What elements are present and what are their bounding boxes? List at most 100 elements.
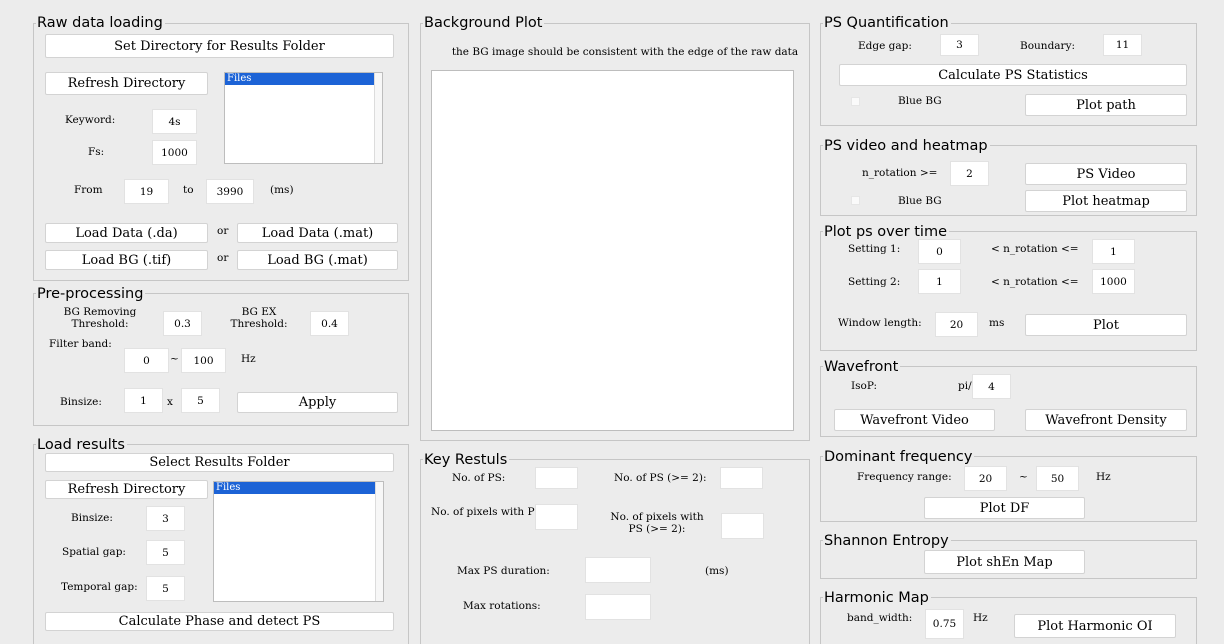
temporal-gap-input[interactable]: 5 — [146, 576, 185, 601]
raw-files-listbox[interactable]: Files — [224, 72, 383, 164]
fs-input[interactable]: 1000 — [152, 140, 197, 165]
plot-shen-map-button[interactable]: Plot shEn Map — [924, 550, 1085, 574]
isop-label: IsoP: — [851, 380, 878, 392]
from-input[interactable]: 19 — [124, 179, 169, 204]
results-files-listbox[interactable]: Files — [213, 481, 384, 602]
dominant-frequency-title: Dominant frequency — [823, 449, 975, 465]
to-label: to — [183, 184, 194, 196]
pi-label: pi/ — [958, 380, 972, 392]
binsize-y-input[interactable]: 5 — [181, 388, 220, 413]
window-length-unit: ms — [989, 317, 1005, 329]
n-rotation-label: n_rotation >= — [862, 167, 938, 179]
filter-high-input[interactable]: 100 — [181, 348, 226, 373]
load-bg-tif-button[interactable]: Load BG (.tif) — [45, 250, 208, 270]
num-ps2-output — [720, 467, 763, 489]
range-ms-unit: (ms) — [270, 184, 294, 196]
load-data-da-button[interactable]: Load Data (.da) — [45, 223, 208, 243]
plot-button[interactable]: Plot — [1025, 314, 1187, 336]
max-duration-label: Max PS duration: — [457, 565, 550, 577]
or-label-1: or — [217, 225, 229, 237]
band-width-hz-unit: Hz — [973, 612, 988, 624]
edge-gap-label: Edge gap: — [858, 40, 912, 52]
frequency-low-input[interactable]: 20 — [964, 466, 1007, 491]
results-files-scrollbar[interactable] — [375, 482, 383, 601]
setting2-high-input[interactable]: 1000 — [1092, 269, 1135, 294]
filter-tilde: ~ — [170, 353, 179, 365]
setting1-condition: < n_rotation <= — [991, 243, 1079, 255]
setting1-high-input[interactable]: 1 — [1092, 239, 1135, 264]
max-rotations-output — [585, 594, 651, 620]
refresh-directory-button[interactable]: Refresh Directory — [45, 72, 208, 95]
filter-band-label: Filter band: — [49, 338, 112, 350]
raw-files-scrollbar[interactable] — [374, 73, 382, 163]
ps-quantification-title: PS Quantification — [823, 15, 951, 31]
frequency-high-input[interactable]: 50 — [1036, 466, 1079, 491]
load-bg-mat-button[interactable]: Load BG (.mat) — [237, 250, 398, 270]
max-duration-unit: (ms) — [705, 565, 729, 577]
bg-removing-threshold-label: BG Removing Threshold: — [63, 306, 137, 330]
load-data-mat-button[interactable]: Load Data (.mat) — [237, 223, 398, 243]
raw-files-selected-item[interactable]: Files — [225, 73, 374, 85]
temporal-gap-label: Temporal gap: — [61, 581, 138, 593]
background-plot-axes[interactable] — [431, 70, 794, 431]
boundary-input[interactable]: 11 — [1103, 34, 1142, 56]
setting1-low-input[interactable]: 0 — [918, 239, 961, 264]
wavefront-density-button[interactable]: Wavefront Density — [1025, 409, 1187, 431]
plot-df-button[interactable]: Plot DF — [924, 497, 1085, 519]
bg-removing-threshold-input[interactable]: 0.3 — [163, 311, 202, 336]
results-binsize-input[interactable]: 3 — [146, 506, 185, 531]
band-width-input[interactable]: 0.75 — [925, 609, 964, 639]
spatial-gap-input[interactable]: 5 — [146, 540, 185, 565]
psq-blue-bg-checkbox[interactable] — [851, 97, 860, 106]
plot-path-button[interactable]: Plot path — [1025, 94, 1187, 116]
background-plot-title: Background Plot — [423, 15, 545, 31]
setting1-label: Setting 1: — [848, 243, 901, 255]
to-input[interactable]: 3990 — [206, 179, 254, 204]
n-rotation-input[interactable]: 2 — [950, 161, 989, 186]
frequency-tilde: ~ — [1019, 471, 1028, 483]
band-width-label: band_width: — [847, 612, 913, 624]
results-files-selected-item[interactable]: Files — [214, 482, 375, 494]
frequency-range-label: Frequency range: — [857, 471, 952, 483]
calculate-ps-statistics-button[interactable]: Calculate PS Statistics — [839, 64, 1187, 86]
keyword-input[interactable]: 4s — [152, 109, 197, 134]
harmonic-map-title: Harmonic Map — [823, 590, 931, 606]
plot-harmonic-oi-button[interactable]: Plot Harmonic OI — [1014, 614, 1176, 638]
shannon-entropy-title: Shannon Entropy — [823, 533, 951, 549]
window-length-label: Window length: — [838, 317, 922, 329]
keyword-label: Keyword: — [65, 114, 116, 126]
setting2-label: Setting 2: — [848, 276, 901, 288]
apply-button[interactable]: Apply — [237, 392, 398, 413]
psq-blue-bg-label: Blue BG — [898, 95, 942, 107]
pi-divisor-input[interactable]: 4 — [972, 374, 1011, 399]
select-results-folder-button[interactable]: Select Results Folder — [45, 453, 394, 472]
window-length-input[interactable]: 20 — [935, 312, 978, 337]
set-directory-button[interactable]: Set Directory for Results Folder — [45, 34, 394, 58]
load-results-title: Load results — [36, 437, 127, 453]
setting2-low-input[interactable]: 1 — [918, 269, 961, 294]
edge-gap-input[interactable]: 3 — [940, 34, 979, 56]
pixels-ps2-label: No. of pixels with PS (>= 2): — [610, 511, 704, 535]
wavefront-title: Wavefront — [823, 359, 901, 375]
binsize-x-input[interactable]: 1 — [124, 388, 163, 413]
ps-video-button[interactable]: PS Video — [1025, 163, 1187, 185]
max-rotations-label: Max rotations: — [463, 600, 541, 612]
binsize-times: x — [167, 396, 173, 408]
results-binsize-label: Binsize: — [71, 512, 113, 524]
ps-video-title: PS video and heatmap — [823, 138, 990, 154]
key-results-title: Key Restuls — [423, 452, 510, 468]
wavefront-video-button[interactable]: Wavefront Video — [834, 409, 995, 431]
plot-ps-over-time-title: Plot ps over time — [823, 224, 950, 240]
calculate-phase-button[interactable]: Calculate Phase and detect PS — [45, 612, 394, 631]
filter-low-input[interactable]: 0 — [124, 348, 169, 373]
pixels-ps2-output — [721, 513, 764, 539]
num-ps2-label: No. of PS (>= 2): — [614, 472, 707, 484]
pre-processing-title: Pre-processing — [36, 286, 146, 302]
pixels-ps-output — [535, 504, 578, 530]
bg-ex-threshold-label: BG EX Threshold: — [230, 306, 288, 330]
results-refresh-directory-button[interactable]: Refresh Directory — [45, 480, 208, 499]
from-label: From — [74, 184, 103, 196]
psvid-blue-bg-checkbox[interactable] — [851, 196, 860, 205]
plot-heatmap-button[interactable]: Plot heatmap — [1025, 190, 1187, 212]
bg-ex-threshold-input[interactable]: 0.4 — [310, 311, 349, 336]
